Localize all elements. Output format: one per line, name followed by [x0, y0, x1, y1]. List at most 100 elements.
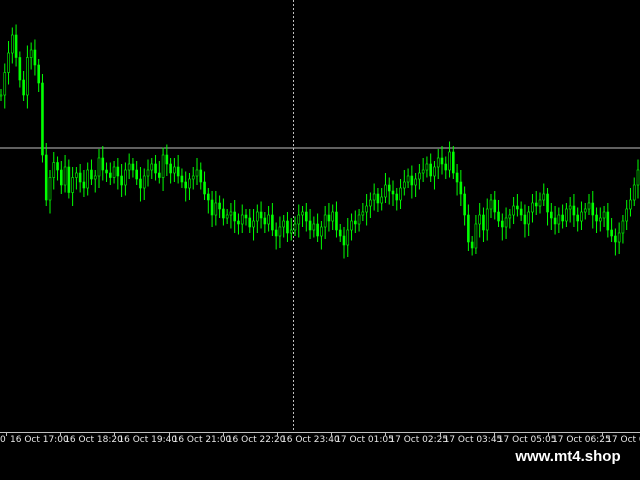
candle: [331, 204, 334, 230]
time-tick: [493, 433, 495, 436]
time-label: 16 Oct 21:00: [172, 435, 232, 445]
candle: [403, 170, 406, 196]
candle: [271, 203, 274, 236]
candle: [523, 204, 527, 238]
candle: [527, 206, 530, 236]
candle: [621, 215, 625, 244]
candle: [60, 161, 63, 194]
candle: [357, 209, 361, 232]
candle: [497, 200, 500, 227]
candle: [387, 177, 391, 205]
candle: [274, 222, 278, 250]
candle: [278, 216, 282, 248]
candle: [109, 162, 112, 185]
candle: [158, 161, 161, 184]
candle: [478, 203, 481, 238]
candle: [289, 218, 293, 241]
candle: [587, 194, 591, 215]
candle: [391, 180, 395, 206]
candle: [26, 45, 29, 109]
candle: [572, 194, 576, 227]
candle: [293, 216, 297, 236]
candle: [116, 158, 120, 190]
candle: [256, 204, 259, 233]
candle: [625, 200, 628, 230]
candle: [369, 192, 372, 218]
candle: [305, 203, 308, 232]
candle: [203, 171, 206, 200]
candle: [263, 212, 267, 233]
candle: [312, 216, 316, 238]
price-chart-area[interactable]: [0, 0, 640, 432]
candle: [565, 203, 568, 227]
candle: [165, 144, 169, 176]
candle: [504, 207, 508, 239]
time-tick: [60, 433, 62, 436]
candle: [120, 164, 123, 197]
candle: [493, 191, 497, 220]
candle: [365, 194, 368, 226]
candle: [410, 165, 414, 199]
candle: [97, 149, 101, 188]
candle: [561, 204, 564, 229]
candle: [150, 158, 154, 179]
candle: [602, 206, 606, 227]
candle: [218, 195, 221, 218]
candle: [240, 204, 244, 233]
candle: [538, 192, 542, 214]
time-label: 17 Oct 01:05: [335, 435, 394, 445]
candle: [252, 209, 255, 241]
candle: [259, 201, 263, 229]
candle: [301, 206, 304, 227]
candle: [380, 188, 383, 211]
candle: [78, 164, 82, 193]
candle: [436, 149, 440, 179]
candle: [56, 156, 59, 181]
candle: [48, 170, 52, 214]
candle: [489, 194, 493, 218]
candle: [33, 39, 37, 76]
candle: [112, 161, 116, 184]
candle: [591, 191, 595, 229]
candle: [286, 212, 289, 242]
time-label: 17 Oct 07:45: [606, 435, 640, 445]
candle: [146, 159, 150, 187]
time-tick: [114, 433, 116, 436]
candle: [508, 209, 512, 229]
candle: [467, 204, 470, 251]
candle: [335, 201, 338, 238]
candle: [135, 161, 138, 185]
candle: [44, 143, 48, 206]
candle: [316, 213, 319, 242]
time-tick: [6, 433, 7, 436]
candle: [463, 186, 466, 226]
candle: [248, 209, 252, 233]
time-tick: [548, 433, 549, 436]
candle: [512, 197, 515, 224]
candle: [124, 162, 127, 196]
candle: [550, 203, 553, 230]
candle: [531, 194, 534, 223]
candle: [154, 155, 157, 181]
candle: [406, 168, 410, 188]
candle: [142, 168, 146, 200]
candle: [399, 179, 402, 209]
candle: [22, 71, 25, 101]
candle: [606, 203, 610, 238]
candle: [354, 210, 357, 233]
candle: [470, 236, 474, 256]
candle: [553, 206, 557, 235]
candle: [599, 207, 602, 232]
candle: [546, 188, 549, 226]
candle: [617, 222, 621, 254]
candle: [7, 41, 10, 85]
candle: [199, 162, 203, 190]
time-label: 16 Oct 18:20: [64, 435, 123, 445]
candle: [169, 158, 172, 184]
candle: [320, 221, 323, 250]
time-tick: [168, 433, 170, 436]
time-label: 16 Oct 19:40: [118, 435, 178, 445]
candle: [501, 213, 504, 241]
candle: [29, 42, 33, 70]
candle: [452, 146, 455, 179]
